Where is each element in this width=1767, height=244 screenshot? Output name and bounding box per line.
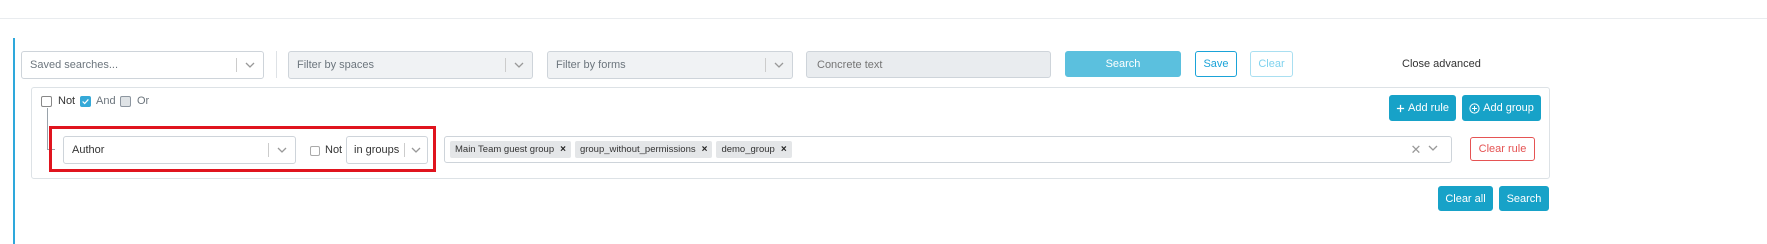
- tag-chip: Main Team guest group ×: [450, 141, 571, 158]
- chevron-down-icon[interactable]: [1427, 142, 1451, 157]
- clear-all-button[interactable]: Clear all: [1438, 186, 1493, 211]
- saved-searches-select[interactable]: Saved searches...: [21, 51, 264, 79]
- groups-multiselect[interactable]: Main Team guest group × group_without_pe…: [444, 136, 1452, 163]
- close-advanced-link[interactable]: Close advanced: [1402, 58, 1481, 70]
- advanced-panel-accent-border: [13, 38, 15, 244]
- top-divider: [0, 18, 1767, 19]
- close-icon[interactable]: ×: [781, 144, 787, 155]
- group-or-checkbox[interactable]: [120, 96, 131, 107]
- group-and-label: And: [96, 95, 116, 107]
- spaces-filter-select[interactable]: Filter by spaces: [288, 51, 533, 79]
- add-group-button[interactable]: Add group: [1462, 95, 1541, 121]
- plus-circle-icon: [1469, 102, 1480, 114]
- clear-selection-icon[interactable]: ✕: [1405, 142, 1427, 158]
- selected-tags: Main Team guest group × group_without_pe…: [445, 141, 1405, 158]
- forms-filter-placeholder: Filter by forms: [556, 59, 626, 71]
- tag-label: Main Team guest group: [455, 144, 555, 155]
- tree-connector: [47, 108, 48, 149]
- close-icon[interactable]: ×: [702, 144, 708, 155]
- save-button[interactable]: Save: [1195, 51, 1237, 77]
- forms-filter-select[interactable]: Filter by forms: [547, 51, 793, 79]
- close-icon[interactable]: ×: [560, 144, 566, 155]
- search-button[interactable]: Search: [1065, 51, 1181, 77]
- group-or-label: Or: [137, 95, 150, 107]
- chevron-down-icon[interactable]: [766, 59, 792, 71]
- spaces-filter-placeholder: Filter by spaces: [297, 59, 375, 71]
- clear-button[interactable]: Clear: [1250, 51, 1293, 77]
- check-icon: [82, 99, 89, 105]
- chevron-down-icon[interactable]: [237, 59, 263, 71]
- add-rule-button[interactable]: Add rule: [1389, 95, 1456, 121]
- tag-chip: demo_group ×: [716, 141, 792, 158]
- footer-search-button[interactable]: Search: [1499, 186, 1549, 211]
- group-not-label: Not: [58, 95, 76, 107]
- group-not-checkbox[interactable]: [41, 96, 52, 107]
- concrete-text-input[interactable]: [806, 51, 1051, 78]
- tag-label: group_without_permissions: [579, 144, 696, 155]
- chevron-down-icon[interactable]: [506, 59, 532, 71]
- plus-icon: [1396, 104, 1405, 112]
- add-rule-label: Add rule: [1408, 102, 1449, 114]
- group-and-checkbox[interactable]: [80, 96, 91, 107]
- highlight-box: [49, 126, 436, 172]
- add-group-label: Add group: [1483, 102, 1534, 114]
- tag-chip: group_without_permissions ×: [574, 141, 713, 158]
- clear-rule-button[interactable]: Clear rule: [1470, 137, 1535, 161]
- toolbar-divider: [276, 51, 277, 78]
- saved-searches-placeholder: Saved searches...: [30, 59, 119, 71]
- tag-label: demo_group: [721, 144, 775, 155]
